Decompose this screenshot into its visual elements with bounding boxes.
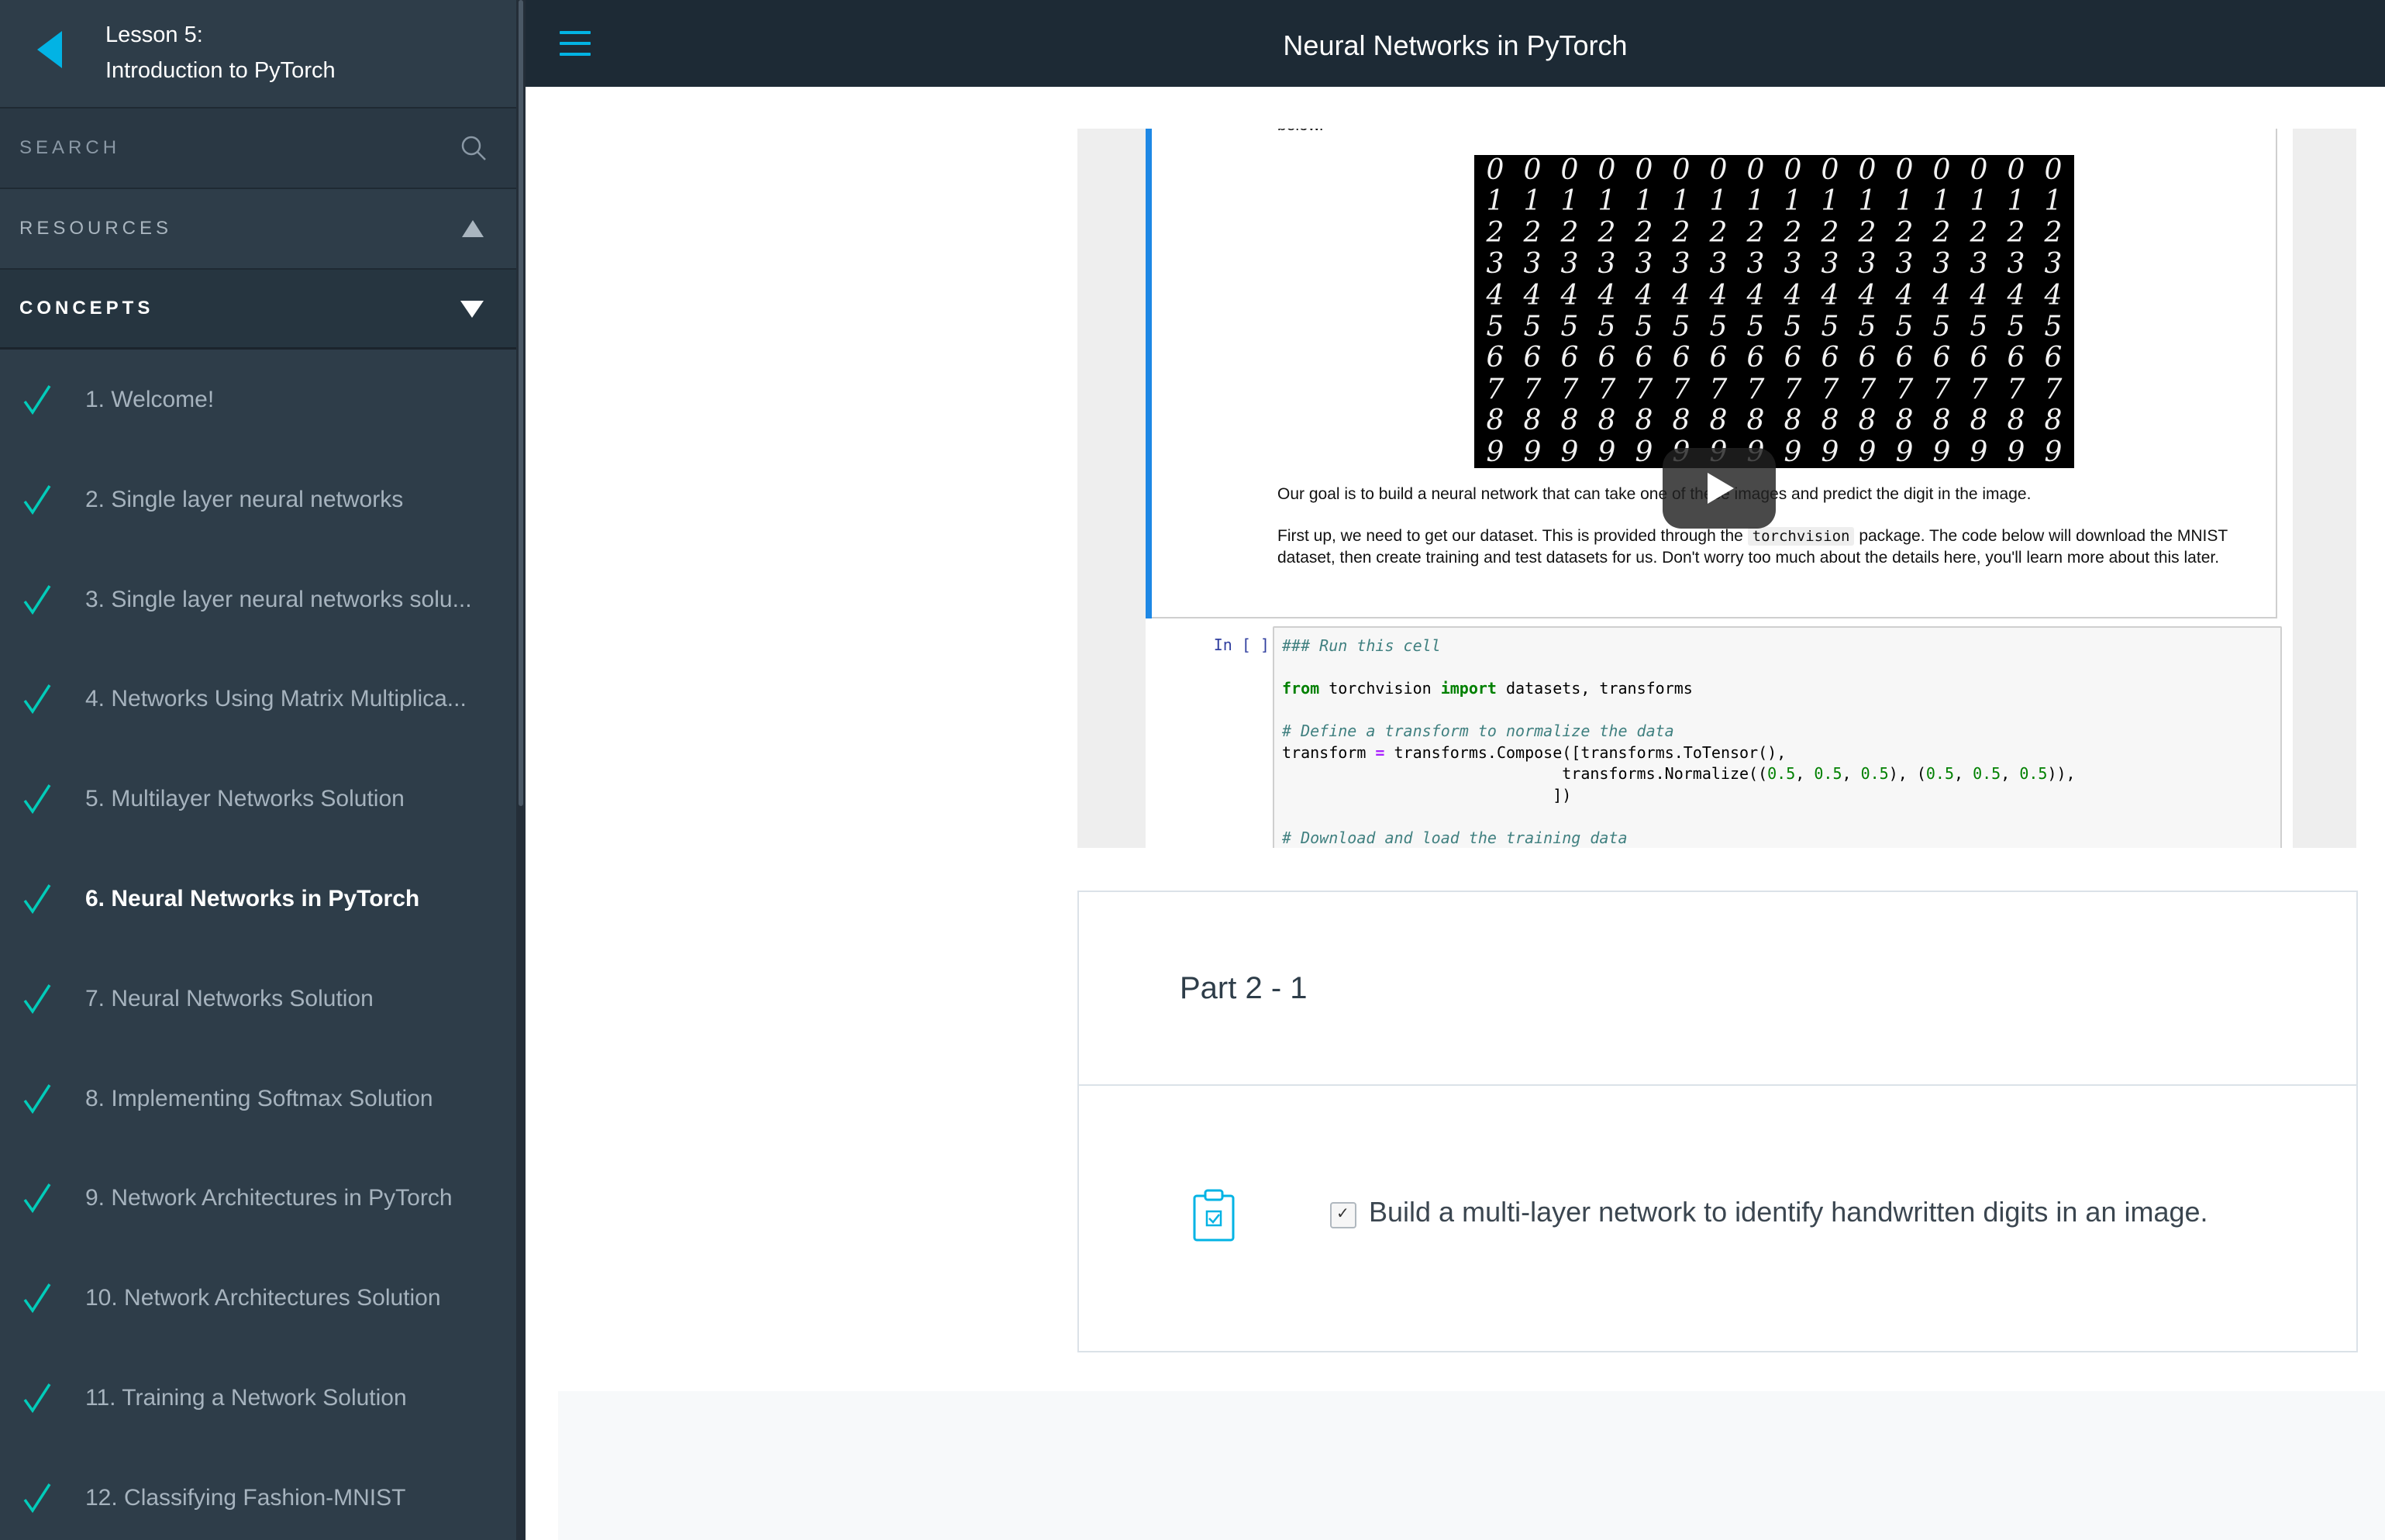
digit-row: 6666666666666666	[1486, 342, 2063, 374]
task-checkbox[interactable]: ✓	[1330, 1202, 1356, 1228]
lesson-header: Lesson 5: Introduction to PyTorch	[0, 0, 516, 109]
concept-label: 12. Classifying Fashion-MNIST	[85, 1484, 406, 1511]
concept-item[interactable]: 10. Network Architectures Solution	[0, 1249, 516, 1349]
concept-label: 5. Multilayer Networks Solution	[85, 786, 405, 812]
concept-label: 10. Network Architectures Solution	[85, 1285, 441, 1311]
concept-item[interactable]: 8. Implementing Softmax Solution	[0, 1049, 516, 1149]
paragraph-text: First up, we need to get our dataset. Th…	[1277, 527, 1748, 545]
concept-item[interactable]: 12. Classifying Fashion-MNIST	[0, 1449, 516, 1540]
digit-row: 2222222222222222	[1486, 216, 2063, 249]
play-icon	[1708, 473, 1734, 504]
lesson-title: Lesson 5: Introduction to PyTorch	[105, 17, 493, 88]
digit-row: 1111111111111111	[1486, 185, 2063, 218]
search-row[interactable]: SEARCH	[0, 109, 516, 189]
part-card: Part 2 - 1 ✓ Build a multi-layer network…	[1077, 891, 2358, 1352]
check-icon	[23, 684, 51, 715]
part-card-header: Part 2 - 1	[1079, 892, 2356, 1086]
inline-code: torchvision	[1747, 527, 1855, 546]
concept-item[interactable]: 6. Neural Networks in PyTorch	[0, 849, 516, 949]
concept-item[interactable]: 4. Networks Using Matrix Multiplica...	[0, 649, 516, 749]
code-cell: ### Run this cell from torchvision impor…	[1273, 626, 2282, 848]
lesson-name: Introduction to PyTorch	[105, 58, 336, 83]
check-icon	[23, 1183, 51, 1214]
concept-item[interactable]: 3. Single layer neural networks solu...	[0, 550, 516, 650]
selected-cell-bar	[1146, 129, 1152, 618]
concept-label: 2. Single layer neural networks	[85, 486, 404, 512]
check-icon	[23, 1084, 51, 1114]
concept-label: 4. Networks Using Matrix Multiplica...	[85, 686, 467, 712]
search-label: SEARCH	[19, 137, 121, 158]
digit-row: 3333333333333333	[1486, 248, 2063, 281]
concept-label: 9. Network Architectures in PyTorch	[85, 1185, 453, 1211]
concepts-label: CONCEPTS	[19, 298, 154, 319]
concept-label: 8. Implementing Softmax Solution	[85, 1085, 433, 1111]
sidebar: Lesson 5: Introduction to PyTorch SEARCH…	[0, 0, 516, 1540]
content-gutter	[526, 87, 558, 1540]
concept-label: 1. Welcome!	[85, 387, 215, 412]
concept-label: 6. Neural Networks in PyTorch	[85, 885, 420, 911]
digit-row: 0000000000000000	[1486, 155, 2063, 186]
part-title: Part 2 - 1	[1180, 971, 1308, 1005]
back-arrow-icon	[37, 31, 62, 68]
concept-label: 7. Neural Networks Solution	[85, 985, 374, 1011]
mnist-digits-image: 0000000000000000111111111111111122222222…	[1474, 155, 2074, 468]
digit-row: 4444444444444444	[1486, 279, 2063, 312]
check-icon	[23, 984, 51, 1014]
resources-toggle[interactable]: RESOURCES	[0, 189, 516, 270]
concept-item[interactable]: 5. Multilayer Networks Solution	[0, 749, 516, 849]
check-icon	[23, 884, 51, 915]
check-icon	[23, 385, 51, 415]
concept-list: 1. Welcome! 2. Single layer neural networ…	[0, 350, 516, 1540]
page-title: Neural Networks in PyTorch	[1283, 29, 1628, 61]
code-block: ### Run this cell from torchvision impor…	[1282, 636, 2076, 847]
video-play-button[interactable]	[1663, 448, 1776, 529]
concepts-toggle[interactable]: CONCEPTS	[0, 270, 516, 350]
digit-row: 8888888888888888	[1486, 405, 2063, 437]
task-label: Build a multi-layer network to identify …	[1369, 1196, 2208, 1228]
checkmark-icon: ✓	[1336, 1204, 1349, 1222]
main-footer-area	[558, 1391, 2385, 1540]
check-icon	[23, 784, 51, 815]
check-icon	[23, 1383, 51, 1414]
cell-prompt: In [ ]:	[1213, 636, 1279, 654]
concept-item[interactable]: 7. Neural Networks Solution	[0, 949, 516, 1049]
notebook-paragraph-goal: Our goal is to build a neural network th…	[1277, 485, 2032, 503]
back-button[interactable]	[28, 28, 71, 71]
digit-row: 7777777777777777	[1486, 373, 2063, 405]
sidebar-scrollbar[interactable]	[516, 0, 526, 1540]
chevron-down-icon	[460, 301, 484, 318]
digit-row: 5555555555555555	[1486, 310, 2063, 343]
check-icon	[23, 1483, 51, 1513]
check-icon	[23, 584, 51, 615]
search-icon[interactable]	[460, 135, 487, 161]
chevron-up-icon	[462, 220, 484, 237]
concept-item[interactable]: 2. Single layer neural networks	[0, 450, 516, 550]
notebook-paragraph-dataset: First up, we need to get our dataset. Th…	[1277, 525, 2285, 569]
top-bar: Neural Networks in PyTorch	[526, 0, 2385, 87]
concept-label: 3. Single layer neural networks solu...	[85, 586, 472, 612]
check-icon	[23, 1283, 51, 1314]
hamburger-menu-icon[interactable]	[560, 31, 591, 57]
resources-label: RESOURCES	[19, 218, 173, 239]
notebook-preview: below. 000000000000000011111111111111112…	[1077, 129, 2356, 848]
clipboard-check-icon	[1193, 1189, 1235, 1242]
concept-item[interactable]: 1. Welcome!	[0, 350, 516, 450]
concept-item[interactable]: 9. Network Architectures in PyTorch	[0, 1149, 516, 1249]
sidebar-scrollbar-thumb[interactable]	[519, 0, 523, 806]
concept-item[interactable]: 11. Training a Network Solution	[0, 1349, 516, 1449]
check-icon	[23, 484, 51, 515]
concept-label: 11. Training a Network Solution	[85, 1384, 407, 1411]
cut-off-text: below.	[1277, 129, 1324, 135]
lesson-number: Lesson 5:	[105, 22, 203, 47]
